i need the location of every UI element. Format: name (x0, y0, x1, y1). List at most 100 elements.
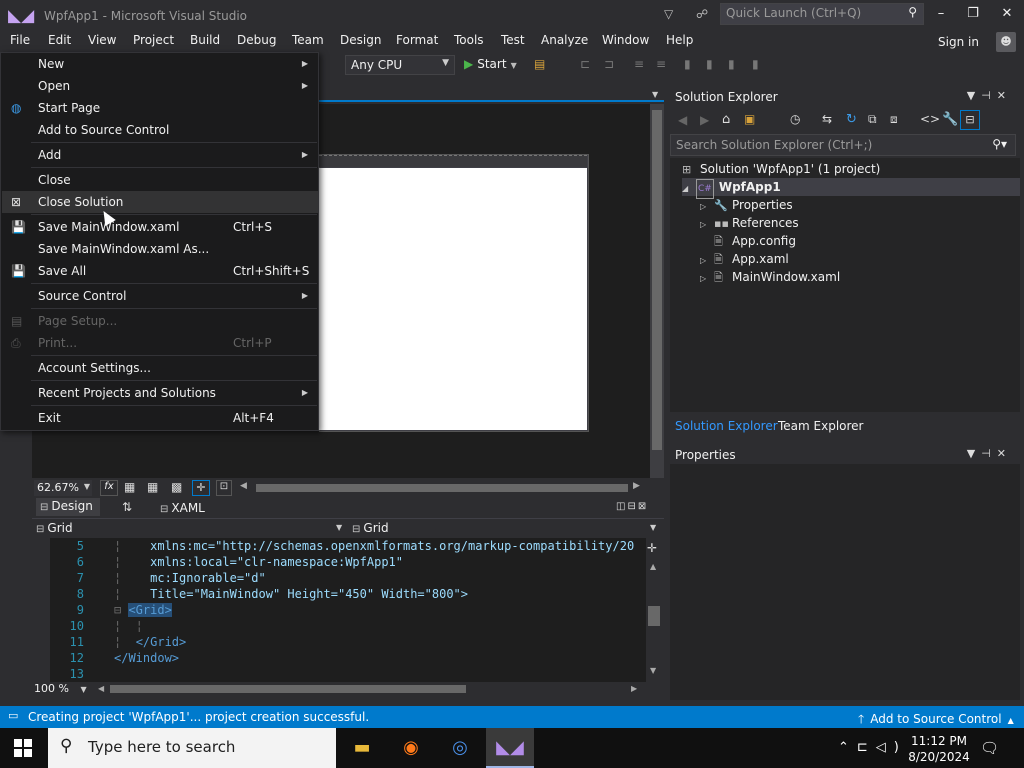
device-preview-icon[interactable]: ⊡ (216, 480, 232, 496)
menu-test[interactable]: Test (501, 33, 525, 47)
menu-item-save-as[interactable]: Save MainWindow.xaml As... (2, 238, 318, 260)
menu-build[interactable]: Build (190, 33, 220, 47)
code-line[interactable]: 5 ¦ xmlns:mc="http://schemas.openxmlforma… (50, 538, 634, 554)
account-icon[interactable]: ☻ (996, 32, 1016, 52)
notification-icon[interactable]: 🗨 (980, 739, 999, 757)
feedback-icon[interactable]: ☍ (696, 7, 708, 21)
tab-design[interactable]: ⊟ Design (36, 498, 100, 516)
uncomment-icon[interactable]: ≡ (656, 57, 666, 71)
menu-item-add-to-source-control[interactable]: Add to Source Control (2, 119, 318, 141)
scroll-right-icon[interactable]: ▶ (631, 684, 637, 693)
bookmark-clear-icon[interactable]: ▮ (728, 57, 735, 71)
tree-node-solution[interactable]: ⊞ Solution 'WpfApp1' (1 project) (682, 160, 880, 178)
sign-in-link[interactable]: Sign in (938, 35, 979, 49)
menu-item-account-settings[interactable]: Account Settings... (2, 357, 318, 379)
chrome-icon[interactable]: ◎ (436, 728, 484, 768)
menu-tools[interactable]: Tools (454, 33, 484, 47)
bookmark-folder-icon[interactable]: ▮ (752, 57, 759, 71)
editor-scroll-thumb[interactable] (648, 606, 660, 626)
code-line[interactable]: 8 ¦ Title="MainWindow" Height="450" Width… (50, 586, 468, 602)
menu-format[interactable]: Format (396, 33, 438, 47)
code-line[interactable]: 6 ¦ xmlns:local="clr-namespace:WpfApp1" (50, 554, 403, 570)
menu-item-new[interactable]: New ▶ (2, 53, 318, 75)
split-view-buttons[interactable]: ◫⊟⊠ (616, 501, 648, 512)
menu-item-save[interactable]: 💾 Save MainWindow.xaml Ctrl+S (2, 216, 318, 238)
close-window-button[interactable]: ✕ (992, 4, 1022, 24)
indent-icon[interactable]: ⊐ (604, 57, 614, 71)
pending-changes-icon[interactable]: ◷ (790, 112, 800, 126)
code-line[interactable]: 13 (50, 666, 114, 682)
system-tray-icons[interactable]: ⌃⊏◁) (838, 740, 907, 755)
panel-window-buttons[interactable]: ▼⊣✕ (967, 447, 1012, 460)
menu-item-open[interactable]: Open ▶ (2, 75, 318, 97)
windows-start-icon[interactable] (14, 739, 32, 757)
restore-button[interactable]: ❐ (958, 4, 988, 24)
scroll-down-icon[interactable]: ▼ (650, 666, 656, 675)
expanded-arrow-icon[interactable]: ◢ (682, 180, 696, 198)
code-line[interactable]: 10 ¦ ¦ (50, 618, 143, 634)
properties-wrench-icon[interactable]: 🔧 (942, 112, 958, 127)
home-icon[interactable]: ⌂ (722, 112, 730, 127)
snap-snaplines-icon[interactable]: ✛ (192, 480, 210, 496)
menu-item-recent-projects[interactable]: Recent Projects and Solutions ▶ (2, 382, 318, 404)
scroll-up-icon[interactable]: ▲ (650, 562, 656, 571)
tree-node-app-config[interactable]: 🗎 App.config (700, 232, 796, 250)
swap-panes-button[interactable]: ⇅ (122, 500, 132, 514)
code-line[interactable]: 7 ¦ mc:Ignorable="d" (50, 570, 266, 586)
tree-node-references[interactable]: ▷ ▪▪ References (700, 214, 799, 232)
menu-debug[interactable]: Debug (237, 33, 276, 47)
menu-item-save-all[interactable]: 💾 Save All Ctrl+Shift+S (2, 260, 318, 282)
menu-item-start-page[interactable]: ◍ Start Page (2, 97, 318, 119)
comment-icon[interactable]: ≡ (634, 57, 644, 71)
tree-node-properties[interactable]: ▷ 🔧 Properties (700, 196, 793, 214)
menu-item-close-solution[interactable]: ⊠ Close Solution (2, 191, 318, 213)
tab-xaml[interactable]: ⊟ XAML (160, 501, 205, 515)
designer-horizontal-scroll-thumb[interactable] (256, 484, 628, 492)
forward-icon[interactable]: ▶ (700, 113, 709, 127)
chevron-down-icon[interactable]: ▼ (336, 523, 342, 532)
breadcrumb-right[interactable]: ⊟ Grid (352, 521, 389, 535)
fx-effects-button[interactable]: fx (100, 480, 118, 496)
menu-design[interactable]: Design (340, 33, 381, 47)
menu-team[interactable]: Team (292, 33, 324, 47)
collapsed-arrow-icon[interactable]: ▷ (700, 270, 714, 288)
menu-item-exit[interactable]: Exit Alt+F4 (2, 407, 318, 429)
refresh-icon[interactable]: ↻ (846, 112, 857, 127)
scroll-left-icon[interactable]: ◀ (98, 684, 104, 693)
sync-icon[interactable]: ⇆ (822, 112, 832, 126)
menu-item-source-control[interactable]: Source Control ▶ (2, 285, 318, 307)
menu-file[interactable]: File (10, 33, 30, 47)
bookmark-icon[interactable]: ▤ (534, 57, 545, 71)
taskbar-search-box[interactable]: ⚲ Type here to search (48, 728, 336, 768)
start-button[interactable]: ▶ Start ▼ (464, 57, 517, 71)
bookmark-next-icon[interactable]: ▮ (706, 57, 713, 71)
tree-node-mainwindow-xaml[interactable]: ▷ 🗎 MainWindow.xaml (700, 268, 840, 286)
file-explorer-icon[interactable]: ▬ (338, 728, 386, 768)
code-line[interactable]: 9 ⊟ <Grid> (50, 602, 172, 618)
tab-overflow-icon[interactable]: ▼ (652, 90, 658, 99)
quick-launch-input[interactable]: Quick Launch (Ctrl+Q) ⚲ (720, 3, 924, 25)
show-all-files-icon[interactable]: ⧈ (890, 112, 898, 127)
collapse-all-icon[interactable]: ⧉ (868, 112, 877, 127)
visual-studio-taskbar-icon[interactable]: ◣◢ (486, 728, 534, 768)
align-icon[interactable]: ⊏ (580, 57, 590, 71)
chevron-down-icon[interactable]: ▼ (650, 523, 656, 532)
view-code-icon[interactable]: <> (920, 112, 940, 126)
menu-view[interactable]: View (88, 33, 116, 47)
split-editor-icon[interactable]: ✛ (647, 541, 657, 555)
menu-item-close[interactable]: Close (2, 169, 318, 191)
tree-node-app-xaml[interactable]: ▷ 🗎 App.xaml (700, 250, 789, 268)
designer-vertical-scroll-thumb[interactable] (652, 110, 662, 450)
panel-window-buttons[interactable]: ▼⊣✕ (967, 89, 1012, 102)
menu-window[interactable]: Window (602, 33, 649, 47)
firefox-icon[interactable]: ◉ (387, 728, 435, 768)
artboard-background-icon[interactable]: ▩ (171, 480, 182, 494)
wpf-window-content[interactable] (319, 168, 587, 430)
menu-project[interactable]: Project (133, 33, 174, 47)
code-line[interactable]: 11 ¦ </Grid> (50, 634, 187, 650)
code-line[interactable]: 12 </Window> (50, 650, 179, 666)
solution-explorer-search[interactable]: Search Solution Explorer (Ctrl+;) ⚲▾ (670, 134, 1016, 156)
grid-icon[interactable]: ▦ (124, 480, 135, 494)
tab-team-explorer[interactable]: Team Explorer (778, 419, 864, 433)
designer-zoom-dropdown[interactable]: 62.67% ▼ (34, 480, 92, 496)
